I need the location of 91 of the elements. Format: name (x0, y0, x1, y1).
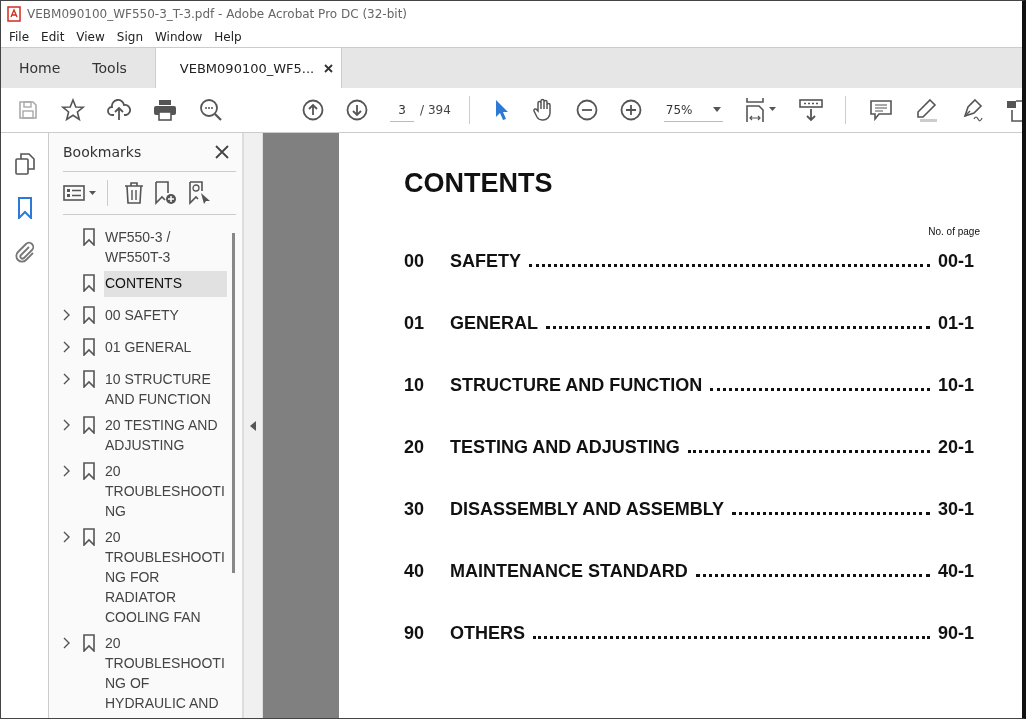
close-icon[interactable] (324, 63, 334, 73)
close-icon[interactable] (215, 145, 229, 159)
sidebar-tab[interactable] (16, 197, 33, 219)
next-page-icon[interactable] (346, 99, 369, 121)
page-number: 20-1 (937, 437, 974, 458)
column-label: No. of page (928, 226, 980, 237)
zoom-in-icon[interactable] (619, 99, 642, 121)
hand-icon[interactable] (531, 98, 554, 122)
highlighter-icon[interactable] (914, 98, 938, 122)
page-number: 00-1 (937, 251, 974, 272)
search-icon[interactable] (199, 98, 223, 122)
bookmark-icon (83, 416, 95, 434)
chevron-icon[interactable] (63, 309, 70, 321)
bookmark-item[interactable]: 01 GENERAL (104, 337, 227, 357)
print-icon[interactable] (153, 99, 177, 121)
menu-item[interactable]: Sign (116, 30, 143, 44)
sidebar-tab[interactable] (14, 153, 35, 175)
bookmark-icon (83, 370, 95, 388)
chapter-number: 01 (404, 313, 426, 334)
menu-item[interactable]: File (9, 30, 30, 44)
chapter-number: 10 (404, 375, 426, 396)
chevron-icon[interactable] (63, 531, 70, 543)
zoom-dropdown[interactable]: 75% (663, 98, 724, 122)
collapse-arrow-icon[interactable] (250, 420, 256, 431)
pages-icon (14, 153, 35, 175)
page-number-field[interactable]: 3 (390, 98, 415, 122)
add-bookmark-icon[interactable] (154, 181, 178, 205)
page-number: 40-1 (937, 561, 974, 582)
tab[interactable]: VEBM090100_WF5... (154, 48, 343, 88)
chapter-title: MAINTENANCE STANDARD (450, 561, 688, 582)
sidebar-tab[interactable] (14, 241, 35, 263)
menu-item[interactable]: View (76, 30, 105, 44)
page-number: 90-1 (937, 623, 974, 644)
tab[interactable]: Home (1, 48, 75, 88)
cursor-icon[interactable] (493, 99, 510, 121)
page-number: 10-1 (937, 375, 974, 396)
chapter-title: DISASSEMBLY AND ASSEMBLY (450, 499, 725, 520)
window-title: VEBM090100_WF550-3_T-3.pdf - Adobe Acrobat Pro DC (32-bit) (27, 7, 408, 21)
bookmark-icon (83, 462, 95, 480)
chapter-title: STRUCTURE AND FUNCTION (450, 375, 703, 396)
export-icon[interactable] (1006, 97, 1022, 123)
chevron-icon[interactable] (63, 419, 70, 431)
bookmark-icon (83, 338, 95, 356)
zoom-out-icon[interactable] (575, 99, 598, 121)
bookmark-item[interactable]: 00 SAFETY (104, 305, 227, 325)
bookmark-icon (16, 197, 33, 219)
page-fit-icon[interactable] (745, 97, 778, 123)
previous-page-icon[interactable] (302, 99, 325, 121)
bookmark-item[interactable]: CONTENTS (104, 271, 227, 297)
caret-icon (713, 107, 722, 112)
page-number: 01-1 (937, 313, 974, 334)
chevron-icon[interactable] (63, 465, 70, 477)
star-icon[interactable] (61, 98, 85, 122)
bookmark-item[interactable]: 20 TROUBLESHOOTING OF HYDRAULIC AND (104, 633, 227, 713)
bookmark-item[interactable]: 10 STRUCTURE AND FUNCTION (104, 369, 227, 409)
scroll-mode-icon[interactable] (799, 98, 824, 122)
page-number: 30-1 (937, 499, 974, 520)
bookmark-item[interactable]: 20 TESTING AND ADJUSTING (104, 415, 227, 455)
panel-title: Bookmarks (63, 144, 142, 160)
chapter-title: OTHERS (450, 623, 525, 644)
menu-item[interactable]: Edit (41, 30, 65, 44)
bookmark-item[interactable]: 20 TROUBLESHOOTING (104, 461, 227, 521)
bookmark-target-icon[interactable] (188, 181, 212, 205)
options-menu-icon[interactable] (63, 184, 97, 202)
chapter-title: SAFETY (450, 251, 521, 272)
scrollbar-thumb[interactable] (231, 233, 235, 573)
chevron-icon[interactable] (63, 637, 70, 649)
chapter-number: 30 (404, 499, 426, 520)
bookmark-item[interactable]: 20 TROUBLESHOOTING FOR RADIATOR COOLING FAN (104, 527, 227, 627)
cloud-upload-icon[interactable] (107, 99, 131, 121)
paperclip-icon (14, 241, 35, 263)
menu-item[interactable]: Window (155, 30, 203, 44)
chevron-icon[interactable] (63, 373, 70, 385)
chevron-icon[interactable] (63, 341, 70, 353)
bookmark-icon (83, 634, 95, 652)
document-heading: CONTENTS (404, 168, 554, 199)
bookmark-icon (83, 306, 95, 324)
bookmark-icon (83, 528, 95, 546)
chapter-number: 20 (404, 437, 426, 458)
bookmark-item[interactable]: WF550-3 / WF550T-3 (104, 227, 227, 267)
chapter-title: GENERAL (450, 313, 538, 334)
page-total: / 394 (420, 103, 451, 117)
trash-icon[interactable] (124, 182, 144, 204)
pdf-file-icon (7, 6, 21, 22)
chapter-number: 00 (404, 251, 426, 272)
tab[interactable]: Tools (74, 48, 155, 88)
comment-icon[interactable] (870, 99, 892, 121)
chapter-title: TESTING AND ADJUSTING (450, 437, 680, 458)
chapter-number: 40 (404, 561, 426, 582)
menu-item[interactable]: Help (214, 30, 242, 44)
chapter-number: 90 (404, 623, 426, 644)
